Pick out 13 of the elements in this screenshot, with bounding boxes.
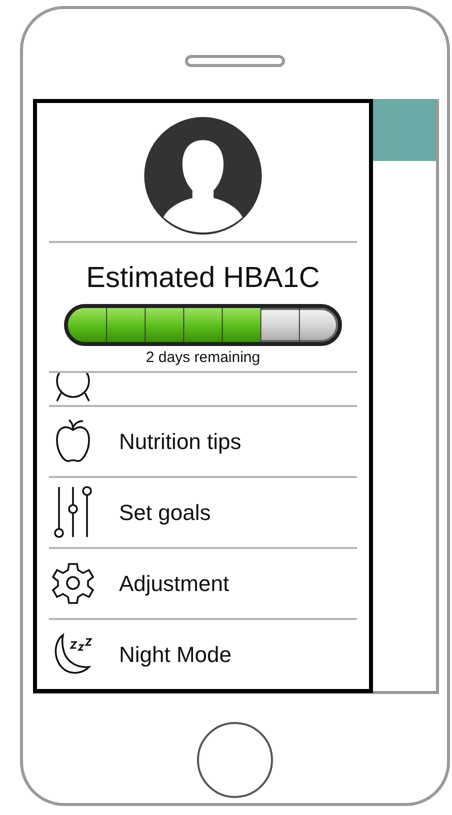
sliders-icon <box>53 485 93 540</box>
remaining-caption: 2 days remaining <box>146 349 260 368</box>
menu-item[interactable]: Nutrition tips <box>49 406 357 476</box>
app-header-bar <box>373 99 436 161</box>
avatar-icon <box>142 117 264 235</box>
apple-icon <box>55 418 91 464</box>
menu-item[interactable]: Night Mode <box>49 620 357 689</box>
gear-icon <box>52 562 94 604</box>
estimate-title: Estimated HBA1C <box>86 260 320 295</box>
menu-item[interactable]: Set goals <box>49 478 357 547</box>
home-button[interactable] <box>197 722 273 798</box>
menu-item[interactable]: Adjustment <box>49 548 357 618</box>
alarm-clock-icon <box>53 373 93 404</box>
